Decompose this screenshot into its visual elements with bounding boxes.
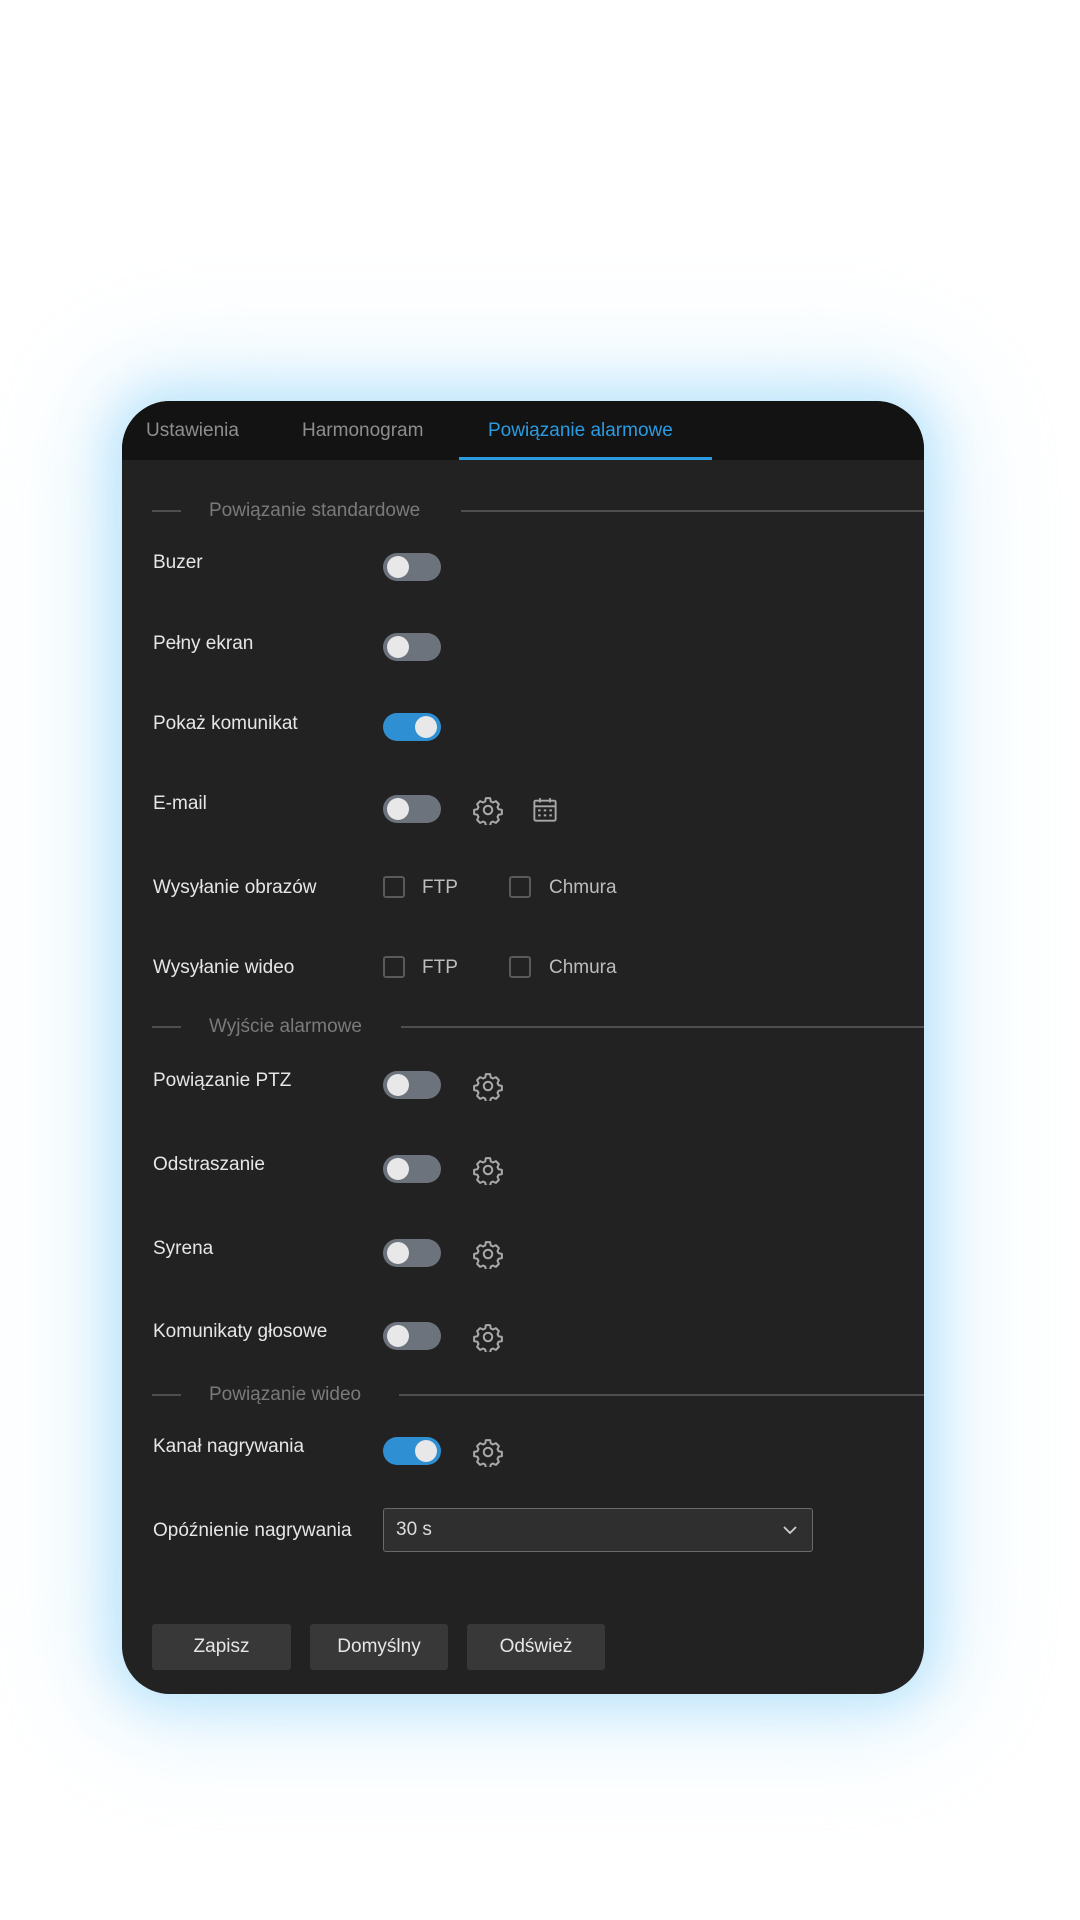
toggle-knob <box>387 1074 409 1096</box>
default-button[interactable]: Domyślny <box>310 1624 448 1670</box>
tab-bar: Ustawienia Harmonogram Powiązanie alarmo… <box>122 401 924 460</box>
active-tab-indicator <box>459 457 712 460</box>
toggle-knob <box>387 1158 409 1180</box>
toggle-knob <box>387 556 409 578</box>
fullscreen-label: Pełny ekran <box>153 633 254 654</box>
siren-toggle[interactable] <box>383 1239 441 1267</box>
section-divider <box>401 1026 924 1028</box>
toggle-knob <box>387 636 409 658</box>
voice-prompts-settings-gear-icon[interactable] <box>473 1322 503 1352</box>
email-settings-gear-icon[interactable] <box>473 795 503 825</box>
voice-prompts-toggle[interactable] <box>383 1322 441 1350</box>
section-divider <box>399 1394 924 1396</box>
section-dash <box>152 1026 181 1028</box>
section-title: Powiązanie standardowe <box>209 500 421 521</box>
record-delay-label: Opóźnienie nagrywania <box>153 1520 352 1541</box>
toggle-knob <box>415 1440 437 1462</box>
section-standard-linkage: Powiązanie standardowe <box>152 499 924 523</box>
siren-label: Syrena <box>153 1238 214 1259</box>
toggle-knob <box>387 1242 409 1264</box>
email-label: E-mail <box>153 793 207 814</box>
chevron-down-icon <box>783 1526 797 1535</box>
video-upload-cloud-checkbox[interactable] <box>509 956 531 978</box>
record-channel-label: Kanał nagrywania <box>153 1436 305 1457</box>
section-title: Wyjście alarmowe <box>209 1016 362 1037</box>
toggle-knob <box>387 798 409 820</box>
image-upload-cloud-label: Chmura <box>549 877 617 898</box>
buzzer-toggle[interactable] <box>383 553 441 581</box>
video-upload-label: Wysyłanie wideo <box>153 957 295 978</box>
record-delay-value: 30 s <box>396 1519 432 1540</box>
email-schedule-calendar-icon[interactable] <box>530 795 560 825</box>
video-upload-ftp-label: FTP <box>422 957 458 978</box>
save-button[interactable]: Zapisz <box>152 1624 291 1670</box>
image-upload-label: Wysyłanie obrazów <box>153 877 317 898</box>
deterrence-settings-gear-icon[interactable] <box>473 1155 503 1185</box>
email-toggle[interactable] <box>383 795 441 823</box>
show-message-toggle[interactable] <box>383 713 441 741</box>
image-upload-cloud-checkbox[interactable] <box>509 876 531 898</box>
image-upload-ftp-label: FTP <box>422 877 458 898</box>
show-message-label: Pokaż komunikat <box>153 713 298 734</box>
toggle-knob <box>387 1325 409 1347</box>
ptz-toggle[interactable] <box>383 1071 441 1099</box>
tab-alarm-linkage[interactable]: Powiązanie alarmowe <box>488 401 673 460</box>
alarm-settings-panel: Ustawienia Harmonogram Powiązanie alarmo… <box>122 401 924 1694</box>
video-upload-ftp-checkbox[interactable] <box>383 956 405 978</box>
record-channel-toggle[interactable] <box>383 1437 441 1465</box>
fullscreen-toggle[interactable] <box>383 633 441 661</box>
ptz-label: Powiązanie PTZ <box>153 1070 292 1091</box>
image-upload-ftp-checkbox[interactable] <box>383 876 405 898</box>
toggle-knob <box>415 716 437 738</box>
tab-schedule[interactable]: Harmonogram <box>302 401 423 460</box>
siren-settings-gear-icon[interactable] <box>473 1239 503 1269</box>
tab-settings[interactable]: Ustawienia <box>146 401 239 460</box>
record-delay-select[interactable]: 30 s <box>383 1508 813 1552</box>
deterrence-toggle[interactable] <box>383 1155 441 1183</box>
section-video-linkage: Powiązanie wideo <box>152 1383 924 1407</box>
refresh-button[interactable]: Odśwież <box>467 1624 605 1670</box>
section-title: Powiązanie wideo <box>209 1384 362 1405</box>
section-dash <box>152 1394 181 1396</box>
buzzer-label: Buzer <box>153 552 203 573</box>
section-divider <box>461 510 924 512</box>
voice-prompts-label: Komunikaty głosowe <box>153 1321 328 1342</box>
section-alarm-output: Wyjście alarmowe <box>152 1015 924 1039</box>
deterrence-label: Odstraszanie <box>153 1154 265 1175</box>
record-channel-settings-gear-icon[interactable] <box>473 1437 503 1467</box>
video-upload-cloud-label: Chmura <box>549 957 617 978</box>
section-dash <box>152 510 181 512</box>
ptz-settings-gear-icon[interactable] <box>473 1071 503 1101</box>
